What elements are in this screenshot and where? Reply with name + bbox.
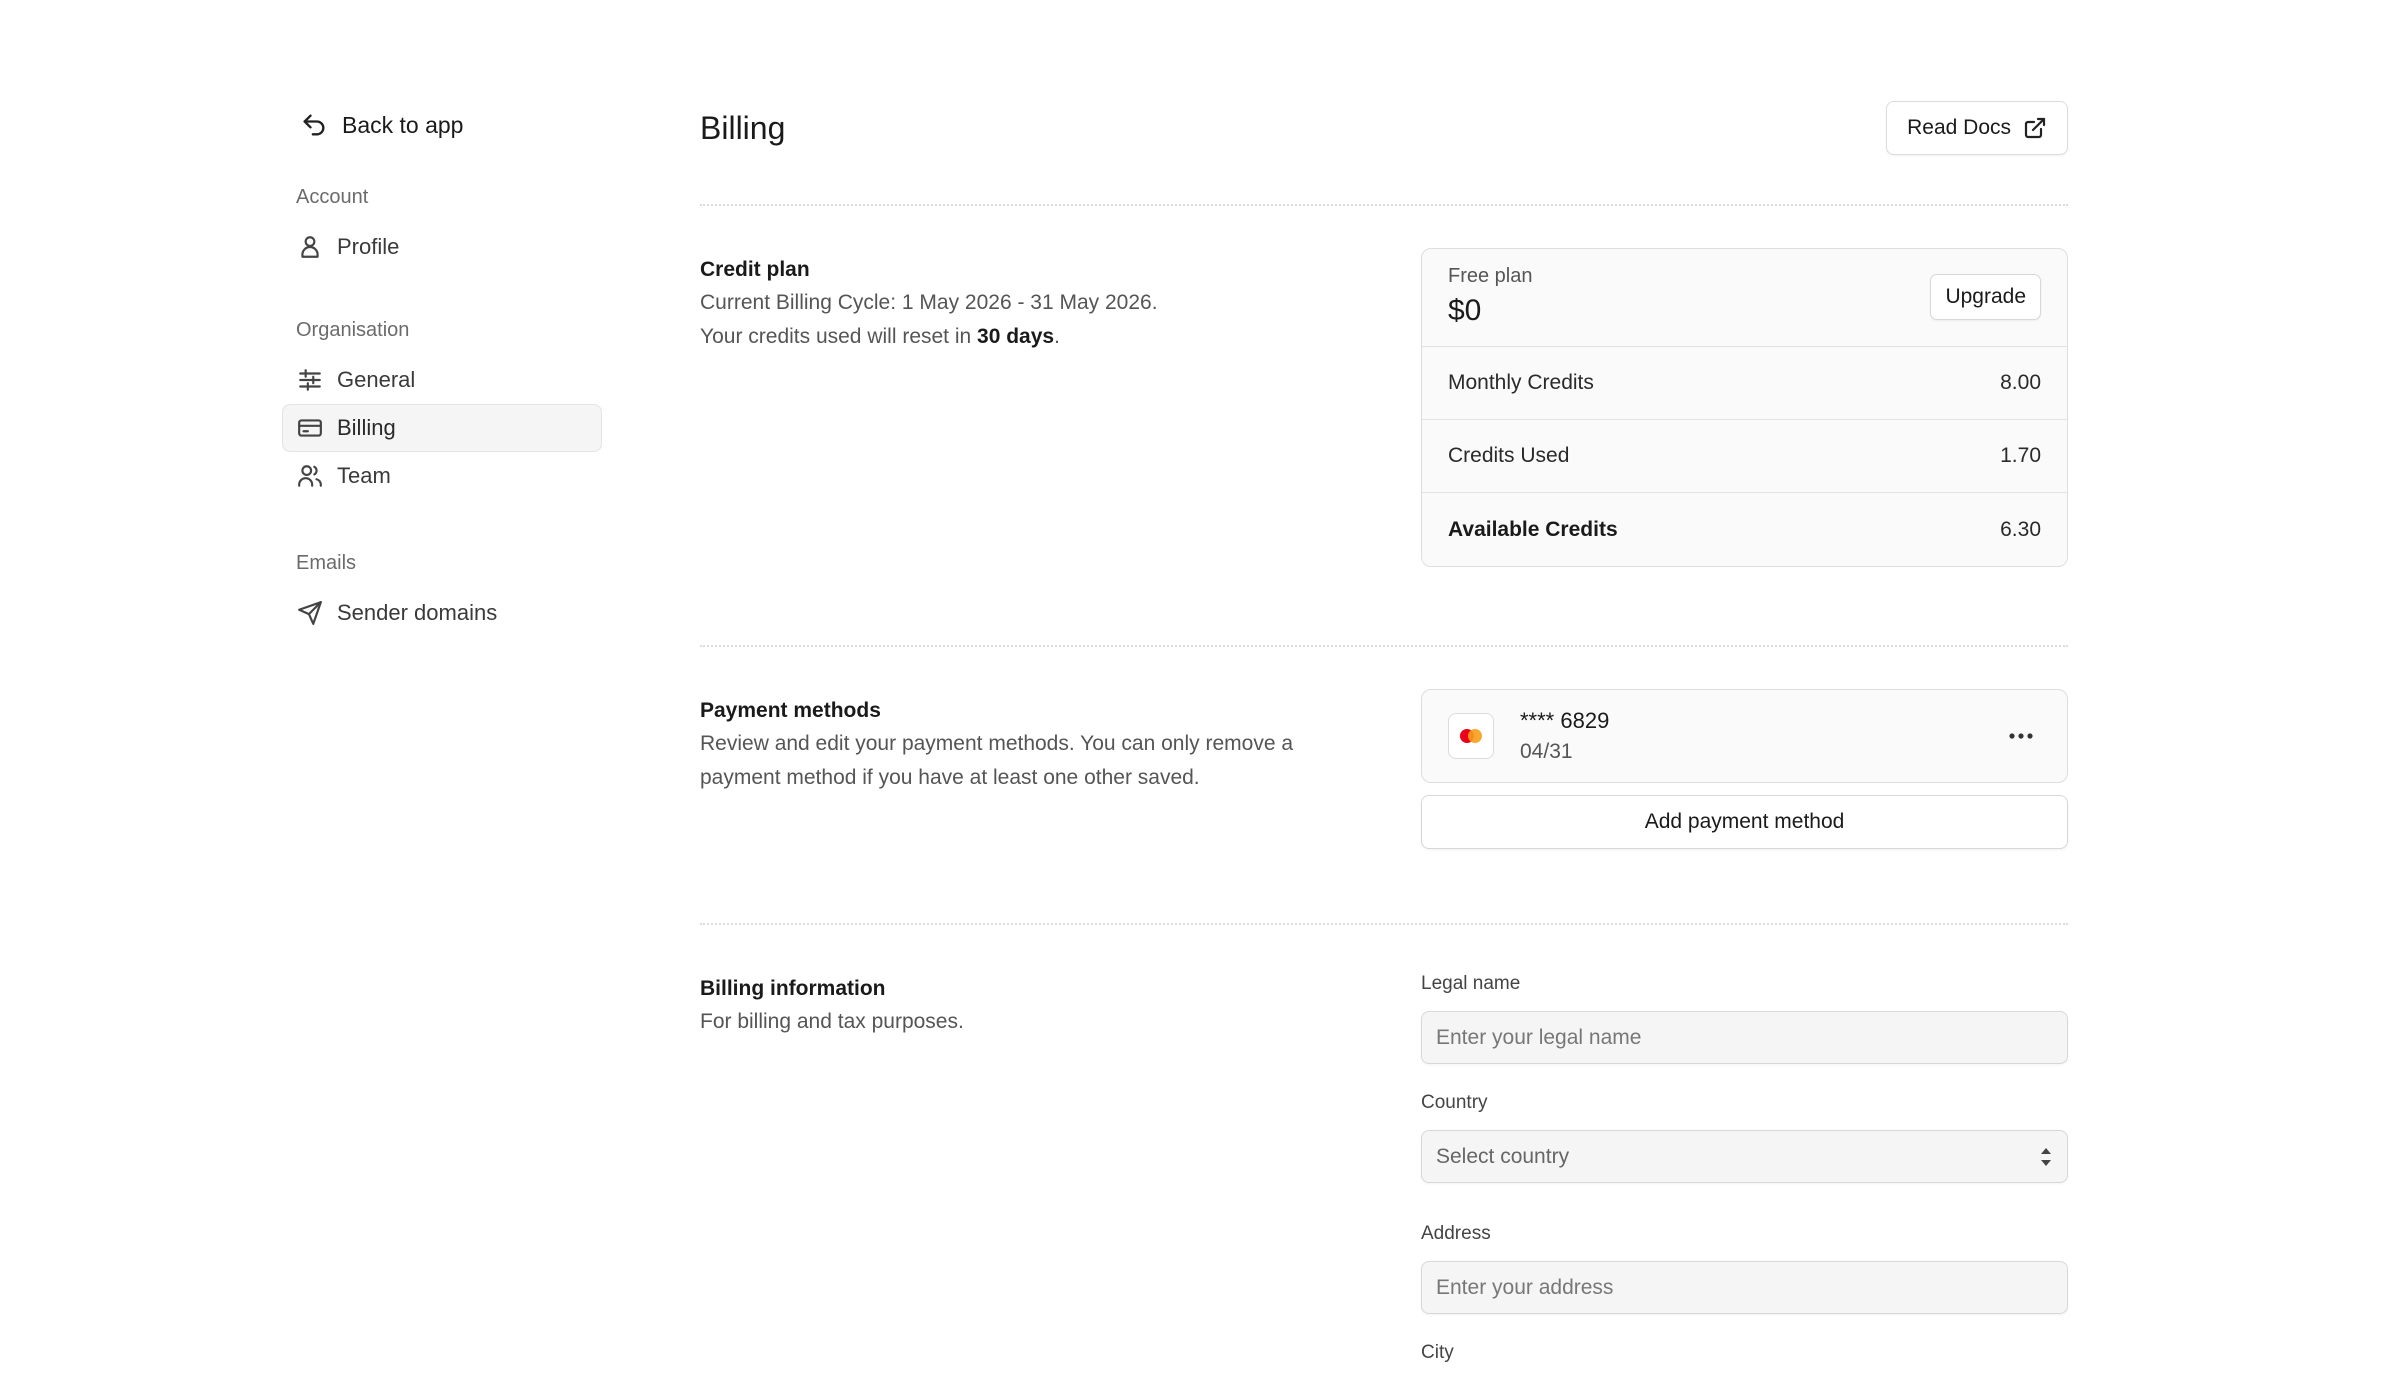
- chevron-up-down-icon: [2041, 1147, 2051, 1166]
- plan-row-available-credits: Available Credits 6.30: [1422, 493, 2067, 566]
- nav-group-organisation-label: Organisation: [296, 319, 410, 341]
- payment-methods-title: Payment methods: [700, 699, 881, 722]
- legal-name-input[interactable]: [1421, 1011, 2068, 1064]
- more-options-icon[interactable]: [2001, 716, 2041, 756]
- sidebar-item-label: General: [337, 367, 416, 392]
- country-label: Country: [1421, 1092, 1488, 1113]
- billing-information-description: For billing and tax purposes.: [700, 1010, 964, 1033]
- plan-name: Free plan: [1448, 265, 1533, 287]
- city-label: City: [1421, 1342, 1454, 1363]
- sidebar-item-team[interactable]: Team: [282, 452, 602, 500]
- saved-card: **** 6829 04/31: [1421, 689, 2068, 783]
- reset-text: Your credits used will reset in 30 days.: [700, 320, 1340, 354]
- plan-row-label: Credits Used: [1448, 444, 1570, 467]
- sidebar-item-label: Sender domains: [337, 600, 498, 625]
- read-docs-label: Read Docs: [1907, 116, 2011, 139]
- plan-row-label: Available Credits: [1448, 517, 1618, 541]
- external-link-icon: [2024, 117, 2046, 139]
- reset-prefix: Your credits used will reset in: [700, 325, 978, 348]
- sidebar-item-label: Billing: [337, 415, 396, 440]
- payment-methods-description: Review and edit your payment methods. Yo…: [700, 732, 1294, 789]
- plan-row-value: 6.30: [2000, 517, 2041, 541]
- payment-methods-section: Payment methods Review and edit your pay…: [700, 689, 2068, 849]
- country-select[interactable]: Select country: [1421, 1130, 2068, 1183]
- plan-row-value: 8.00: [2000, 371, 2041, 394]
- legal-name-label: Legal name: [1421, 973, 1521, 994]
- billing-information-section: Billing information For billing and tax …: [700, 973, 2068, 1380]
- plan-row-credits-used: Credits Used 1.70: [1422, 420, 2067, 493]
- card-expiry: 04/31: [1520, 740, 1573, 763]
- section-divider: [700, 645, 2068, 647]
- plan-row-label: Monthly Credits: [1448, 371, 1594, 394]
- add-payment-method-button[interactable]: Add payment method: [1421, 795, 2068, 849]
- credit-plan-title: Credit plan: [700, 258, 810, 281]
- settings-sidebar: Back to app Account Profile Organisation…: [282, 100, 602, 637]
- plan-price: $0: [1448, 294, 1482, 327]
- nav-group-account-label: Account: [296, 186, 369, 208]
- credit-plan-description: Current Billing Cycle: 1 May 2026 - 31 M…: [700, 286, 1340, 354]
- nav-group-emails-label: Emails: [296, 552, 357, 574]
- mastercard-icon: [1448, 713, 1494, 759]
- reset-suffix: .: [1054, 325, 1060, 348]
- sidebar-item-profile[interactable]: Profile: [282, 223, 602, 271]
- country-select-value: Select country: [1436, 1144, 1570, 1168]
- user-icon: [301, 236, 319, 258]
- card-number: **** 6829: [1520, 708, 1610, 733]
- undo-arrow-icon: [303, 114, 325, 136]
- section-divider: [700, 204, 2068, 206]
- plan-card: Free plan $0 Upgrade Monthly Credits 8.0…: [1421, 248, 2068, 567]
- address-label: Address: [1421, 1223, 1491, 1244]
- sliders-icon: [299, 369, 321, 391]
- reset-days: 30 days: [977, 325, 1055, 348]
- page-title: Billing: [700, 109, 786, 146]
- users-icon: [298, 465, 322, 487]
- sidebar-item-label: Team: [337, 463, 391, 488]
- read-docs-button[interactable]: Read Docs: [1886, 101, 2068, 155]
- sidebar-item-general[interactable]: General: [282, 356, 602, 404]
- plan-row-value: 1.70: [2000, 444, 2041, 467]
- upgrade-button[interactable]: Upgrade: [1930, 273, 2041, 320]
- back-to-app-label: Back to app: [342, 111, 464, 138]
- sidebar-item-billing[interactable]: Billing: [282, 404, 602, 452]
- sidebar-item-sender-domains[interactable]: Sender domains: [282, 589, 602, 637]
- address-input[interactable]: [1421, 1261, 2068, 1314]
- plan-row-monthly-credits: Monthly Credits 8.00: [1422, 347, 2067, 420]
- back-to-app-link[interactable]: Back to app: [282, 100, 602, 150]
- billing-main: Billing Read Docs Credit plan Current Bi…: [700, 100, 2068, 1380]
- page-header: Billing Read Docs: [700, 100, 2068, 156]
- billing-information-title: Billing information: [700, 977, 886, 1000]
- plan-card-header: Free plan $0 Upgrade: [1422, 249, 2067, 347]
- sidebar-item-label: Profile: [337, 234, 400, 259]
- send-icon: [298, 601, 322, 625]
- section-divider: [700, 923, 2068, 925]
- credit-plan-section: Credit plan Current Billing Cycle: 1 May…: [700, 248, 2068, 567]
- billing-settings-page: Back to app Account Profile Organisation…: [0, 0, 2400, 1395]
- billing-cycle-text: Current Billing Cycle: 1 May 2026 - 31 M…: [700, 291, 1158, 314]
- credit-card-icon: [298, 419, 322, 437]
